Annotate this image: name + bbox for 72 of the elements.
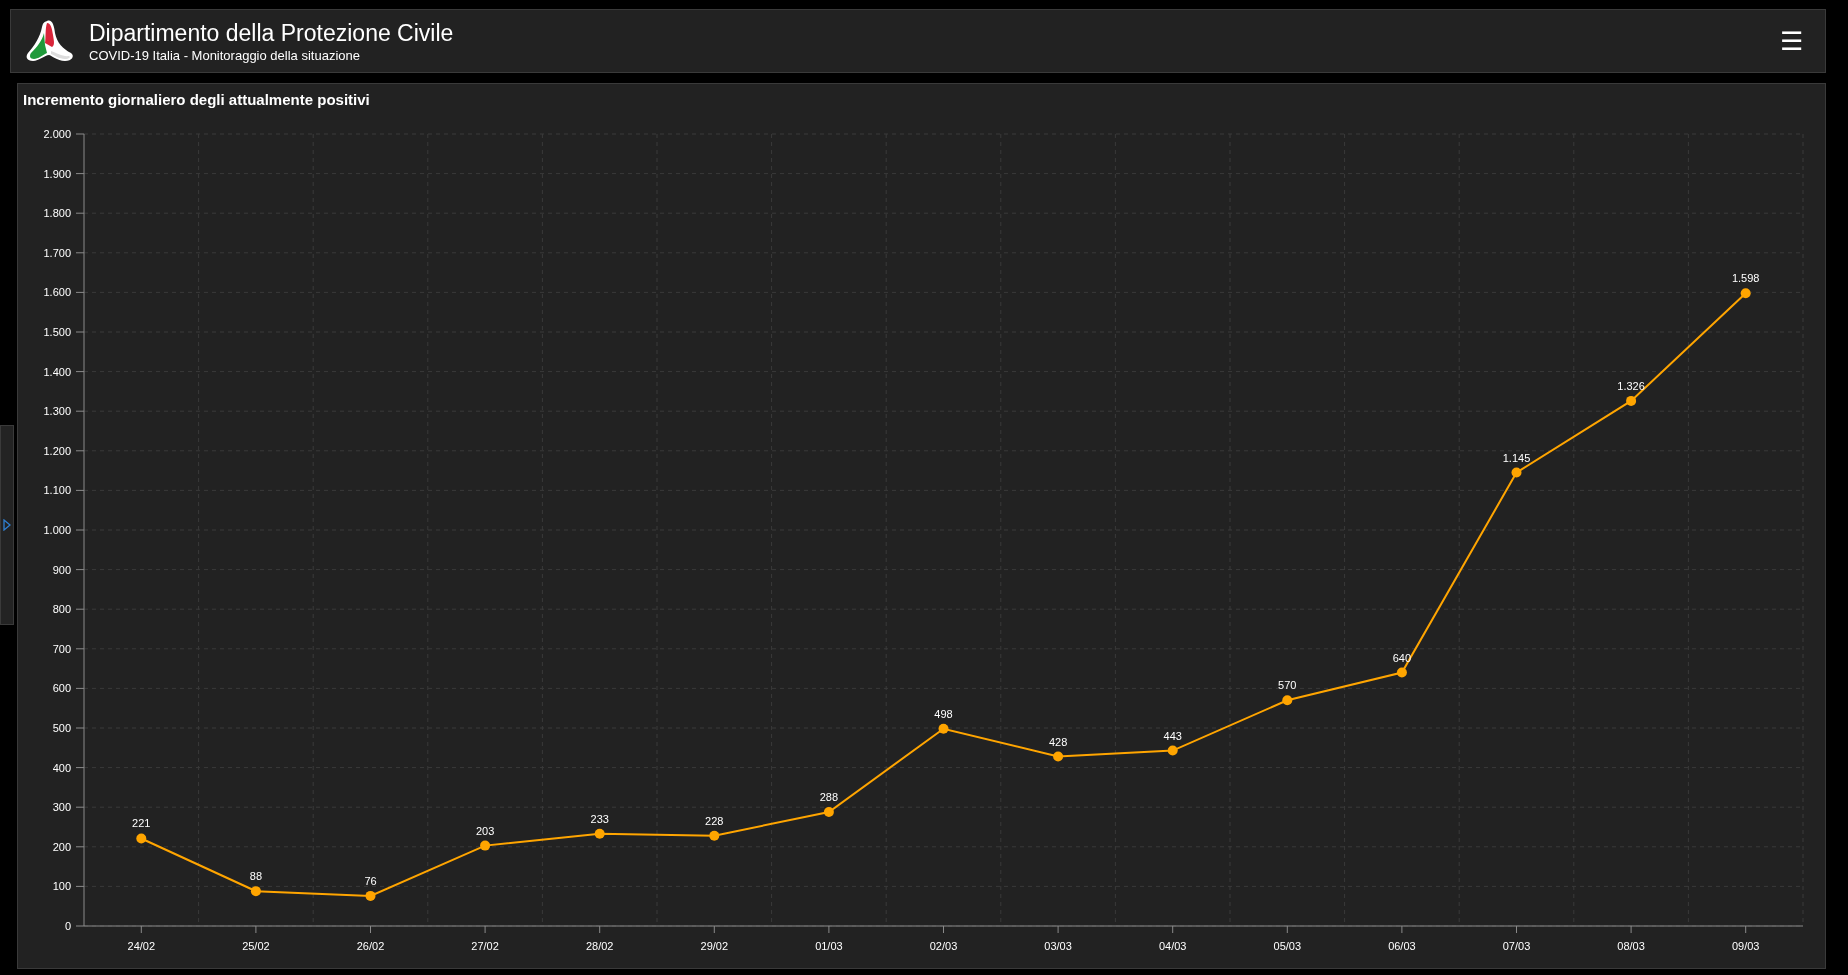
data-label: 570 — [1278, 679, 1297, 692]
x-tick-label: 09/03 — [1731, 940, 1760, 952]
data-point — [1167, 745, 1178, 756]
y-tick-label: 600 — [52, 682, 71, 695]
data-point — [480, 840, 491, 851]
x-tick-label: 27/02 — [471, 940, 499, 952]
y-tick-label: 0 — [64, 920, 71, 932]
data-point — [136, 833, 147, 844]
data-label: 233 — [590, 812, 609, 825]
data-label: 640 — [1392, 651, 1412, 664]
data-point — [1511, 467, 1522, 478]
data-label: 76 — [364, 874, 377, 887]
y-tick-label: 900 — [52, 563, 71, 576]
x-tick-label: 03/03 — [1044, 940, 1072, 952]
data-point — [1740, 288, 1751, 299]
data-point — [594, 828, 605, 839]
y-tick-label: 1.500 — [43, 326, 71, 338]
data-label: 498 — [934, 707, 953, 720]
y-tick-label: 1.800 — [43, 207, 71, 220]
data-label: 203 — [475, 824, 495, 837]
data-label: 88 — [249, 870, 262, 883]
data-label: 1.326 — [1617, 379, 1645, 392]
y-tick-label: 1.700 — [43, 246, 71, 259]
x-tick-label: 01/03 — [815, 940, 843, 952]
header-subtitle: COVID-19 Italia - Monitoraggio della situazione — [89, 46, 361, 64]
y-tick-label: 400 — [52, 761, 71, 774]
y-tick-label: 1.200 — [43, 444, 71, 457]
x-tick-label: 25/02 — [242, 940, 270, 952]
y-tick-label: 500 — [52, 722, 71, 734]
x-tick-label: 26/02 — [356, 940, 385, 952]
y-tick-label: 1.000 — [43, 524, 71, 536]
y-tick-label: 300 — [52, 801, 71, 814]
chart-title: Incremento giornaliero degli attualmente positivi — [23, 90, 371, 110]
y-tick-label: 1.100 — [43, 484, 71, 497]
x-tick-label: 07/03 — [1502, 940, 1531, 952]
data-point — [1396, 667, 1407, 678]
x-tick-label: 02/03 — [929, 940, 958, 952]
data-label: 288 — [819, 790, 839, 803]
logo-icon — [25, 19, 75, 63]
y-tick-label: 100 — [52, 880, 71, 893]
y-tick-label: 2.000 — [43, 128, 71, 140]
data-point — [250, 886, 261, 897]
x-tick-label: 29/02 — [700, 940, 729, 952]
data-label: 221 — [132, 817, 151, 830]
x-tick-label: 04/03 — [1158, 940, 1187, 952]
expand-arrow-icon[interactable] — [3, 519, 11, 531]
x-tick-label: 06/03 — [1388, 940, 1416, 952]
x-tick-label: 24/02 — [127, 940, 156, 952]
data-point — [938, 723, 949, 734]
data-point — [1282, 695, 1293, 706]
data-label: 428 — [1048, 735, 1068, 748]
data-point — [365, 890, 376, 901]
header-title: Dipartimento della Protezione Civile — [89, 18, 454, 47]
data-label: 1.145 — [1502, 451, 1531, 464]
data-label: 1.598 — [1731, 272, 1760, 285]
y-tick-label: 1.300 — [43, 405, 71, 418]
x-tick-label: 05/03 — [1273, 940, 1302, 952]
x-tick-label: 08/03 — [1617, 940, 1645, 952]
data-point — [823, 806, 834, 817]
data-point — [1053, 751, 1064, 762]
data-point — [1626, 395, 1637, 406]
y-tick-label: 800 — [52, 603, 71, 616]
y-tick-label: 1.600 — [43, 286, 71, 299]
y-tick-label: 200 — [52, 840, 71, 853]
x-tick-label: 28/02 — [585, 940, 614, 952]
data-label: 443 — [1163, 729, 1182, 742]
y-tick-label: 1.400 — [43, 365, 71, 378]
menu-button[interactable]: ☰ — [1780, 28, 1803, 54]
data-label: 228 — [705, 814, 724, 827]
data-point — [709, 830, 720, 841]
y-tick-label: 700 — [52, 642, 71, 655]
y-tick-label: 1.900 — [43, 167, 71, 180]
